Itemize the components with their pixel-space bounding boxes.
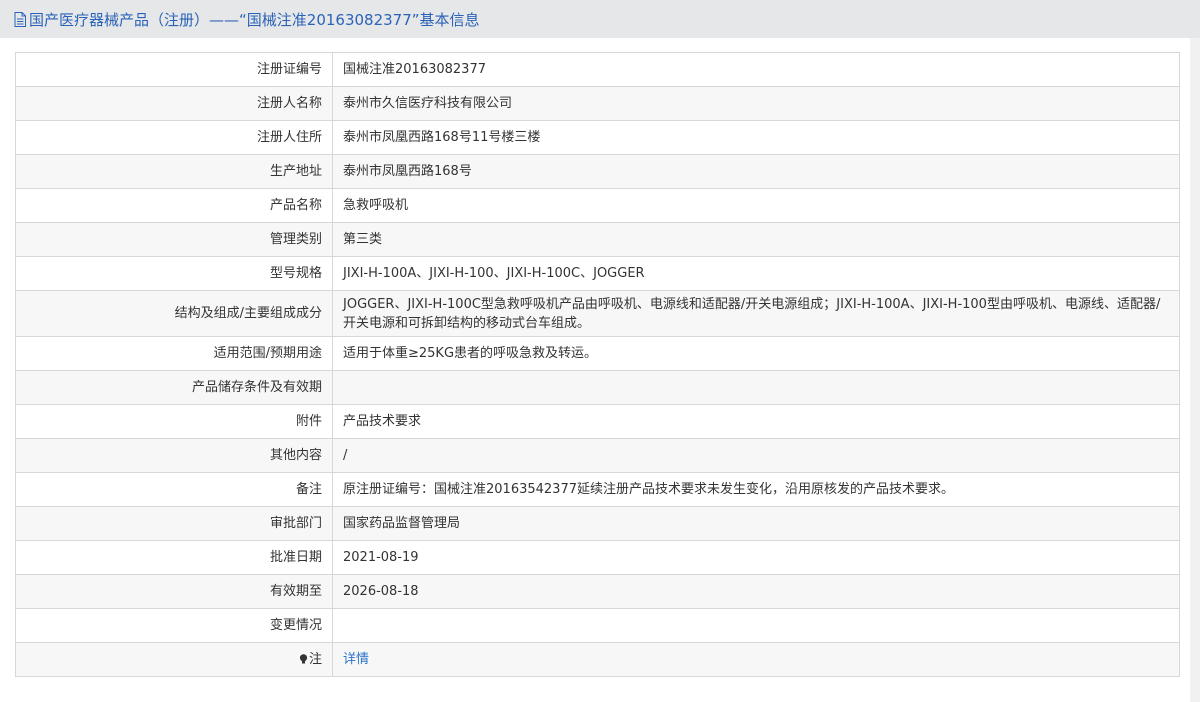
table-row: 批准日期 2021-08-19 [15,540,1180,575]
table-row: 变更情况 [15,608,1180,643]
row-value: 急救呼吸机 [332,188,1180,223]
row-value: 泰州市凤凰西路168号 [332,154,1180,189]
row-label: 结构及组成/主要组成成分 [15,290,333,337]
table-row: 注册人住所 泰州市凤凰西路168号11号楼三楼 [15,120,1180,155]
note-label-cell: 注 [15,642,333,677]
row-value: 第三类 [332,222,1180,257]
row-label: 型号规格 [15,256,333,291]
scrollbar[interactable] [1190,38,1200,702]
row-value: 原注册证编号：国械注准20163542377延续注册产品技术要求未发生变化，沿用… [332,472,1180,507]
table-row: 注 详情 [15,642,1180,677]
row-label: 注册人住所 [15,120,333,155]
row-value: JOGGER、JIXI-H-100C型急救呼吸机产品由呼吸机、电源线和适配器/开… [332,290,1180,337]
row-label: 适用范围/预期用途 [15,336,333,371]
row-value: 国械注准20163082377 [332,52,1180,87]
page-title-bar: 国产医疗器械产品（注册）——“国械注准20163082377”基本信息 [0,0,1200,38]
row-value [332,608,1180,643]
row-label: 变更情况 [15,608,333,643]
row-label: 审批部门 [15,506,333,541]
table-row: 备注 原注册证编号：国械注准20163542377延续注册产品技术要求未发生变化… [15,472,1180,507]
table-row: 其他内容 / [15,438,1180,473]
row-value: JIXI-H-100A、JIXI-H-100、JIXI-H-100C、JOGGE… [332,256,1180,291]
row-value [332,370,1180,405]
row-label: 有效期至 [15,574,333,609]
row-value: 泰州市凤凰西路168号11号楼三楼 [332,120,1180,155]
row-label: 产品储存条件及有效期 [15,370,333,405]
table-row: 附件 产品技术要求 [15,404,1180,439]
table-row: 注册证编号 国械注准20163082377 [15,52,1180,87]
row-value: 适用于体重≥25KG患者的呼吸急救及转运。 [332,336,1180,371]
row-label: 注册证编号 [15,52,333,87]
row-label: 注册人名称 [15,86,333,121]
row-label: 管理类别 [15,222,333,257]
detail-panel: 注册证编号 国械注准20163082377 注册人名称 泰州市久信医疗科技有限公… [0,38,1200,702]
row-label: 其他内容 [15,438,333,473]
table-row: 生产地址 泰州市凤凰西路168号 [15,154,1180,189]
document-icon [14,11,26,27]
row-label: 生产地址 [15,154,333,189]
table-row: 注册人名称 泰州市久信医疗科技有限公司 [15,86,1180,121]
row-value: 产品技术要求 [332,404,1180,439]
page-title: 国产医疗器械产品（注册）——“国械注准20163082377”基本信息 [29,10,480,29]
row-value: 国家药品监督管理局 [332,506,1180,541]
row-value: 2021-08-19 [332,540,1180,575]
table-row: 产品名称 急救呼吸机 [15,188,1180,223]
info-table: 注册证编号 国械注准20163082377 注册人名称 泰州市久信医疗科技有限公… [15,52,1180,677]
table-row: 型号规格 JIXI-H-100A、JIXI-H-100、JIXI-H-100C、… [15,256,1180,291]
bulb-icon [299,654,308,664]
table-row: 产品储存条件及有效期 [15,370,1180,405]
table-row: 审批部门 国家药品监督管理局 [15,506,1180,541]
row-value: 2026-08-18 [332,574,1180,609]
row-label: 批准日期 [15,540,333,575]
table-row: 有效期至 2026-08-18 [15,574,1180,609]
table-row: 管理类别 第三类 [15,222,1180,257]
row-label: 附件 [15,404,333,439]
row-value: / [332,438,1180,473]
table-row: 适用范围/预期用途 适用于体重≥25KG患者的呼吸急救及转运。 [15,336,1180,371]
note-label: 注 [308,652,322,667]
table-row: 结构及组成/主要组成成分 JOGGER、JIXI-H-100C型急救呼吸机产品由… [15,290,1180,337]
row-label: 备注 [15,472,333,507]
row-value: 泰州市久信医疗科技有限公司 [332,86,1180,121]
details-link[interactable]: 详情 [343,652,369,667]
row-label: 产品名称 [15,188,333,223]
note-value-cell: 详情 [332,642,1180,677]
